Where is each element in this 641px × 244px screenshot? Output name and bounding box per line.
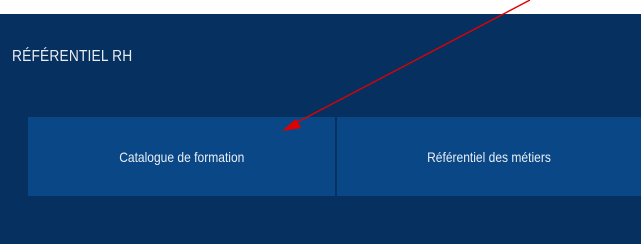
section-title: RÉFÉRENTIEL RH — [12, 48, 133, 65]
menu-item-job-referential[interactable]: Référentiel des métiers — [337, 117, 641, 196]
menu-item-training-catalog[interactable]: Catalogue de formation — [28, 117, 337, 196]
menu-item-label: Référentiel des métiers — [427, 148, 551, 165]
menu-item-label: Catalogue de formation — [118, 148, 245, 165]
hr-referential-panel: RÉFÉRENTIEL RH Catalogue de formation Ré… — [0, 14, 641, 244]
menu-row: Catalogue de formation Référentiel des m… — [28, 117, 641, 196]
